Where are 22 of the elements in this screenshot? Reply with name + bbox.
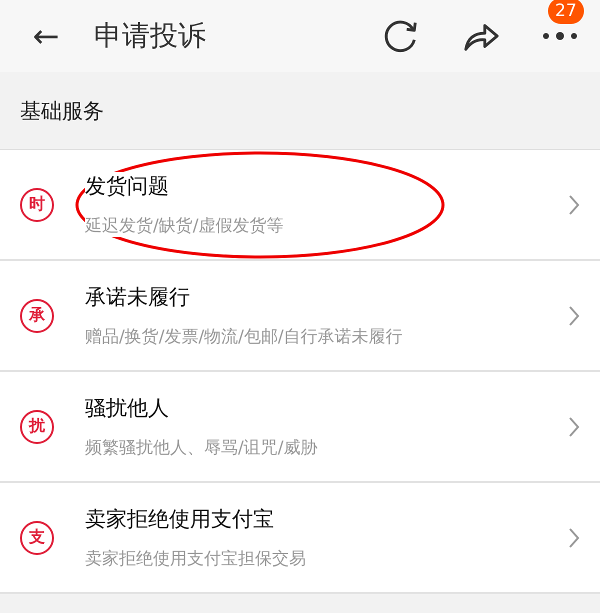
list-item[interactable]: 扰 骚扰他人 频繁骚扰他人、辱骂/诅咒/威胁 <box>0 372 600 483</box>
category-badge: 扰 <box>20 410 54 444</box>
notification-badge: 27 <box>548 0 584 24</box>
list-item[interactable]: 承 承诺未履行 赠品/换货/发票/物流/包邮/自行承诺未履行 <box>0 261 600 372</box>
back-button[interactable]: ← <box>28 20 64 52</box>
page-title: 申请投诉 <box>94 18 206 54</box>
item-title: 发货问题 <box>85 172 169 200</box>
chevron-right-icon <box>568 304 580 326</box>
category-badge: 承 <box>20 298 54 332</box>
chevron-right-icon <box>568 194 580 216</box>
chevron-right-icon <box>568 526 580 548</box>
more-icon[interactable] <box>542 30 578 42</box>
item-description: 频繁骚扰他人、辱骂/诅咒/威胁 <box>85 436 318 459</box>
list-item[interactable]: 时 发货问题 延迟发货/缺货/虚假发货等 <box>0 150 600 261</box>
chevron-right-icon <box>568 416 580 438</box>
category-badge: 时 <box>20 188 54 222</box>
section-title: 基础服务 <box>20 98 104 124</box>
item-description: 延迟发货/缺货/虚假发货等 <box>85 214 284 237</box>
item-description: 赠品/换货/发票/物流/包邮/自行承诺未履行 <box>85 325 403 348</box>
category-badge: 支 <box>20 520 54 554</box>
list-item[interactable]: 支 卖家拒绝使用支付宝 卖家拒绝使用支付宝担保交易 <box>0 483 600 594</box>
item-description: 卖家拒绝使用支付宝担保交易 <box>85 547 306 570</box>
